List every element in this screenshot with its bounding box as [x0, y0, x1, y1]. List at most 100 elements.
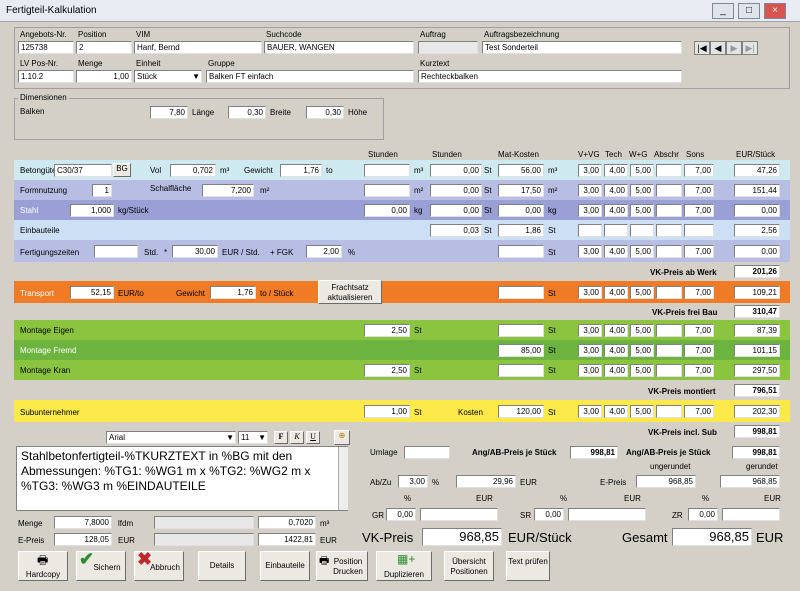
- form-wg[interactable]: 5,00: [630, 184, 654, 197]
- form-std2[interactable]: 0,00: [430, 184, 482, 197]
- umlage-field[interactable]: [404, 446, 450, 459]
- lvpos-field[interactable]: 1.10.2: [18, 70, 74, 83]
- italic-icon[interactable]: K: [290, 431, 304, 444]
- suchcode-field[interactable]: BAUER, WANGEN: [264, 41, 414, 54]
- m-kran-sons[interactable]: 7,00: [684, 364, 714, 377]
- stahl-sons[interactable]: 7,00: [684, 204, 714, 217]
- gruppe-field[interactable]: Balken FT einfach: [206, 70, 414, 83]
- vim-field[interactable]: Hanf, Bernd: [134, 41, 262, 54]
- chevron-down-icon[interactable]: ▼: [192, 71, 200, 82]
- form-std1[interactable]: [364, 184, 410, 197]
- dim-laenge-field[interactable]: 7,80: [150, 106, 188, 119]
- m-fremd-tech[interactable]: 4,00: [604, 344, 628, 357]
- fertig-tech[interactable]: 4,00: [604, 245, 628, 258]
- form-sons[interactable]: 7,00: [684, 184, 714, 197]
- chevron-down-icon[interactable]: ▼: [258, 432, 266, 443]
- m-kran-tech[interactable]: 4,00: [604, 364, 628, 377]
- chevron-down-icon[interactable]: ▼: [226, 432, 234, 443]
- einbau-std2[interactable]: 0,03: [430, 224, 482, 237]
- sub-n[interactable]: 1,00: [364, 405, 410, 418]
- sr-eur-field[interactable]: [568, 508, 646, 521]
- auftrag-field[interactable]: [418, 41, 478, 54]
- abzu-val[interactable]: 29,96: [456, 475, 516, 488]
- beton-abschr[interactable]: [656, 164, 682, 177]
- close-button[interactable]: ×: [764, 3, 786, 19]
- gewicht-field[interactable]: 1,76: [280, 164, 322, 177]
- bg-button[interactable]: BG: [113, 163, 131, 177]
- first-record-icon[interactable]: |◀: [694, 41, 710, 55]
- beton-vvg[interactable]: 3,00: [578, 164, 602, 177]
- menge-field[interactable]: 1,00: [76, 70, 132, 83]
- transport-gew[interactable]: 1,76: [210, 286, 256, 299]
- stahl-std2[interactable]: 0,00: [430, 204, 482, 217]
- auftragsbez-field[interactable]: Test Sonderteil: [482, 41, 682, 54]
- duplizieren-button[interactable]: ▦+ Duplizieren: [376, 551, 432, 581]
- kurztext-field[interactable]: Rechteckbalken: [418, 70, 682, 83]
- prev-record-icon[interactable]: ◀: [710, 41, 726, 55]
- fertig-abschr[interactable]: [656, 245, 682, 258]
- dim-breite-field[interactable]: 0,30: [228, 106, 266, 119]
- last-record-icon[interactable]: ▶|: [742, 41, 758, 55]
- details-button[interactable]: Details: [198, 551, 246, 581]
- sub-kosten[interactable]: 120,00: [498, 405, 544, 418]
- stahl-tech[interactable]: 4,00: [604, 204, 628, 217]
- transport-tech[interactable]: 4,00: [604, 286, 628, 299]
- sr-field[interactable]: 0,00: [534, 508, 564, 521]
- angebot-field[interactable]: 125738: [18, 41, 74, 54]
- m-eigen-abschr[interactable]: [656, 324, 682, 337]
- beton-std1[interactable]: [364, 164, 410, 177]
- einbau-sons[interactable]: [684, 224, 714, 237]
- einbau-abschr[interactable]: [656, 224, 682, 237]
- beton-tech[interactable]: 4,00: [604, 164, 628, 177]
- search-icon[interactable]: ⊕: [334, 430, 350, 445]
- vol-field[interactable]: 0,702: [170, 164, 216, 177]
- m-eigen-mat[interactable]: [498, 324, 544, 337]
- stahl-mat[interactable]: 0,00: [498, 204, 544, 217]
- fertig-rate[interactable]: 30,00: [172, 245, 218, 258]
- sub-vvg[interactable]: 3,00: [578, 405, 602, 418]
- transport-abschr[interactable]: [656, 286, 682, 299]
- m-eigen-vvg[interactable]: 3,00: [578, 324, 602, 337]
- beton-mat[interactable]: 56,00: [498, 164, 544, 177]
- einbauteile-button[interactable]: Einbauteile: [260, 551, 310, 581]
- einbau-wg[interactable]: [630, 224, 654, 237]
- stahl-vvg[interactable]: 3,00: [578, 204, 602, 217]
- stahl-wg[interactable]: 5,00: [630, 204, 654, 217]
- m-kran-abschr[interactable]: [656, 364, 682, 377]
- abzu-pct[interactable]: 3,00: [398, 475, 428, 488]
- sichern-button[interactable]: ✔ Sichern: [76, 550, 126, 581]
- next-record-icon[interactable]: ▶: [726, 41, 742, 55]
- fertig-std[interactable]: [94, 245, 138, 258]
- form-vvg[interactable]: 3,00: [578, 184, 602, 197]
- stahl-kg[interactable]: 1,000: [70, 204, 114, 217]
- zr-field[interactable]: 0,00: [688, 508, 718, 521]
- m-fremd-sons[interactable]: 7,00: [684, 344, 714, 357]
- beton-wg[interactable]: 5,00: [630, 164, 654, 177]
- beton-std2[interactable]: 0,00: [430, 164, 482, 177]
- m-kran-mat[interactable]: [498, 364, 544, 377]
- text-pruefen-button[interactable]: Text prüfen: [506, 551, 550, 581]
- font-select[interactable]: Arial ▼: [106, 431, 236, 444]
- m-fremd-abschr[interactable]: [656, 344, 682, 357]
- gr-eur-field[interactable]: [420, 508, 498, 521]
- fertig-sons[interactable]: 7,00: [684, 245, 714, 258]
- fertig-mat[interactable]: [498, 245, 544, 258]
- fertig-vvg[interactable]: 3,00: [578, 245, 602, 258]
- einbau-tech[interactable]: [604, 224, 628, 237]
- position-field[interactable]: 2: [76, 41, 132, 54]
- minimize-button[interactable]: _: [712, 3, 734, 19]
- pos-drucken-button[interactable]: 🖶 Position Drucken: [316, 551, 368, 581]
- dim-hoehe-field[interactable]: 0,30: [306, 106, 344, 119]
- uebersicht-button[interactable]: Übersicht Positionen: [444, 551, 494, 581]
- m-kran-wg[interactable]: 5,00: [630, 364, 654, 377]
- beton-sons[interactable]: 7,00: [684, 164, 714, 177]
- maximize-button[interactable]: □: [738, 3, 760, 19]
- einheit-select[interactable]: Stück ▼: [134, 70, 202, 83]
- sub-sons[interactable]: 7,00: [684, 405, 714, 418]
- size-select[interactable]: 11 ▼: [238, 431, 268, 444]
- hardcopy-button[interactable]: 🖶 Hardcopy: [18, 551, 68, 581]
- beton-guete-field[interactable]: C30/37: [54, 164, 112, 177]
- sub-wg[interactable]: 5,00: [630, 405, 654, 418]
- sub-tech[interactable]: 4,00: [604, 405, 628, 418]
- m-fremd-wg[interactable]: 5,00: [630, 344, 654, 357]
